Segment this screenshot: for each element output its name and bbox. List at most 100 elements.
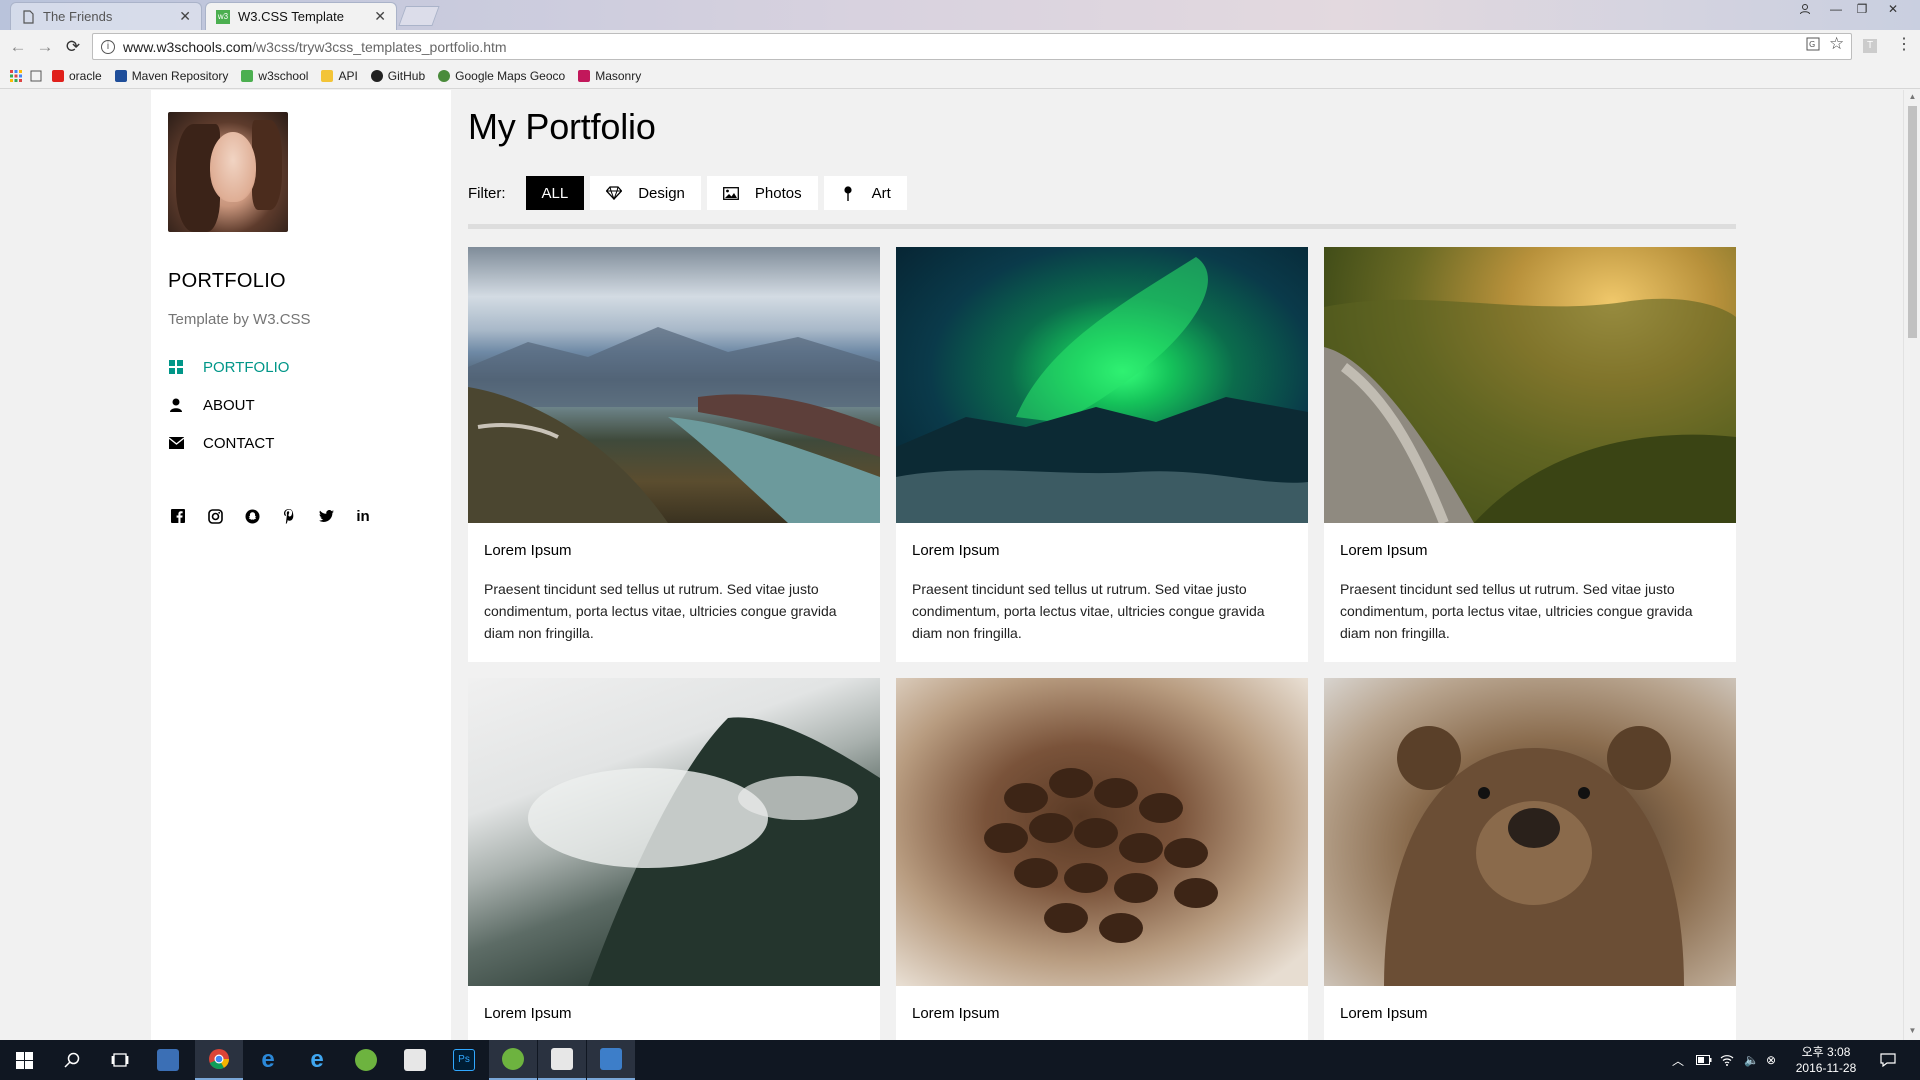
bookmark-star-icon[interactable]: ☆ (1829, 34, 1844, 54)
close-window-icon[interactable]: ✕ (1880, 0, 1906, 18)
w3school-icon: w3 (216, 9, 230, 24)
browser-tab-1[interactable]: w3 W3.CSS Template ✕ (205, 2, 397, 30)
media-app-icon[interactable] (391, 1040, 439, 1080)
photo-icon (722, 185, 739, 201)
oracle-icon (52, 70, 64, 82)
windows-start-icon[interactable] (0, 1040, 48, 1080)
window-app-icon[interactable] (587, 1040, 635, 1080)
filter-art-button[interactable]: Art (823, 176, 907, 210)
map-pin-icon (840, 185, 856, 201)
restore-icon[interactable]: ❐ (1849, 0, 1875, 18)
bookmark-masonry[interactable]: Masonry (578, 69, 641, 83)
instagram-icon[interactable] (205, 506, 225, 526)
address-bar[interactable]: i www.w3schools.com/w3css/tryw3css_templ… (92, 33, 1852, 60)
document-icon (21, 9, 35, 24)
search-icon[interactable] (48, 1040, 96, 1080)
sidebar: PORTFOLIO Template by W3.CSS PORTFOLIO A… (151, 90, 451, 1040)
edge-icon[interactable]: e (244, 1040, 292, 1080)
spring-tool-icon[interactable] (342, 1040, 390, 1080)
filter-bar: Filter: ALL Design Photos Art (468, 176, 1736, 210)
ie-icon[interactable]: e (293, 1040, 341, 1080)
grid-icon (168, 359, 184, 375)
sidebar-nav: PORTFOLIO ABOUT CONTACT (168, 348, 451, 462)
app-icon (600, 1048, 622, 1070)
sidebar-item-contact[interactable]: CONTACT (168, 424, 451, 462)
coffee-beans-photo[interactable] (896, 678, 1308, 986)
app-icon (157, 1049, 179, 1071)
portfolio-card: Lorem Ipsum Praesent tincidunt sed tellu… (1324, 247, 1736, 662)
media-app-icon[interactable] (538, 1040, 586, 1080)
filter-button-label: Photos (754, 184, 802, 202)
filter-button-label: Art (871, 184, 891, 202)
filter-all-button[interactable]: ALL (525, 176, 585, 210)
bookmark-maven[interactable]: Maven Repository (114, 69, 228, 83)
wifi-icon[interactable] (1720, 1040, 1734, 1080)
snapchat-icon[interactable] (242, 506, 262, 526)
bookmark-page-icon[interactable] (30, 70, 42, 82)
bear-photo[interactable] (1324, 678, 1736, 986)
mountain-lake-photo[interactable] (468, 247, 880, 523)
sidebar-item-about[interactable]: ABOUT (168, 386, 451, 424)
network-status-icon[interactable]: ⊗ (1766, 1040, 1776, 1080)
translate-icon[interactable]: G (1806, 37, 1820, 54)
scroll-thumb[interactable] (1908, 106, 1917, 338)
new-tab-button[interactable] (398, 6, 440, 26)
forward-icon[interactable]: → (35, 37, 55, 57)
profile-icon[interactable] (1792, 0, 1818, 18)
sidebar-item-portfolio[interactable]: PORTFOLIO (168, 348, 451, 386)
bookmark-api[interactable]: API (321, 69, 358, 83)
spring-tool-icon[interactable] (489, 1040, 537, 1080)
browser-tabstrip: The Friends ✕ w3 W3.CSS Template ✕ — ❐ ✕ (0, 0, 1920, 30)
battery-icon[interactable] (1696, 1040, 1712, 1080)
browser-tab-0[interactable]: The Friends ✕ (10, 2, 202, 30)
pinterest-icon[interactable] (279, 506, 299, 526)
notification-icon[interactable] (1880, 1040, 1896, 1080)
apps-icon[interactable] (10, 70, 22, 82)
close-icon[interactable]: ✕ (179, 8, 191, 25)
scroll-down-icon[interactable]: ▼ (1908, 1026, 1917, 1035)
minimize-icon[interactable]: — (1823, 0, 1849, 18)
bookmark-oracle[interactable]: oracle (52, 69, 102, 83)
volume-icon[interactable]: 🔈 (1744, 1040, 1759, 1080)
facebook-icon[interactable] (168, 506, 188, 526)
forest-valley-photo[interactable] (1324, 247, 1736, 523)
task-view-icon[interactable] (96, 1040, 144, 1080)
maven-icon (114, 70, 127, 82)
scroll-up-icon[interactable]: ▲ (1908, 92, 1917, 101)
back-icon[interactable]: ← (8, 37, 28, 57)
foggy-mountain-photo[interactable] (468, 678, 880, 986)
taskbar-clock[interactable]: 오후 3:08 2016-11-28 (1790, 1044, 1862, 1076)
filter-photos-button[interactable]: Photos (706, 176, 818, 210)
filter-button-label: ALL (541, 184, 569, 202)
reload-icon[interactable]: ⟳ (63, 37, 83, 57)
close-icon[interactable]: ✕ (374, 8, 386, 25)
twitter-icon[interactable] (316, 506, 336, 526)
url-path: /w3css/tryw3css_templates_portfolio.htm (252, 38, 507, 55)
tray-chevron-icon[interactable]: ︿ (1672, 1040, 1684, 1080)
bookmark-github[interactable]: GitHub (370, 69, 425, 83)
chrome-icon[interactable] (195, 1040, 243, 1080)
sidebar-item-label: CONTACT (203, 434, 275, 452)
envelope-icon (168, 435, 184, 451)
page-title: My Portfolio (468, 106, 656, 147)
sidebar-item-label: ABOUT (203, 396, 255, 414)
info-icon[interactable]: i (101, 39, 115, 54)
filter-design-button[interactable]: Design (590, 176, 701, 210)
bookmark-w3school[interactable]: w3school (241, 69, 308, 83)
aurora-photo[interactable] (896, 247, 1308, 523)
app-icon (551, 1048, 573, 1070)
portfolio-card: Lorem Ipsum (468, 678, 880, 1040)
bookmark-google-maps[interactable]: Google Maps Geoco (438, 69, 565, 83)
menu-icon[interactable]: ⋮ (1896, 34, 1912, 54)
browser-toolbar: ← → ⟳ i www.w3schools.com/w3css/tryw3css… (0, 30, 1920, 64)
linkedin-icon[interactable]: in (353, 506, 373, 526)
tab-title: The Friends (43, 9, 113, 24)
photoshop-icon[interactable]: Ps (440, 1040, 488, 1080)
sidebar-item-label: PORTFOLIO (203, 358, 290, 376)
pinned-app-icon[interactable] (144, 1040, 192, 1080)
extension-icon[interactable]: T (1863, 35, 1877, 53)
card-title: Lorem Ipsum (484, 1005, 572, 1022)
page-scrollbar[interactable]: ▲ ▼ (1903, 90, 1920, 1040)
masonry-icon (578, 70, 591, 82)
diamond-icon (606, 185, 623, 201)
